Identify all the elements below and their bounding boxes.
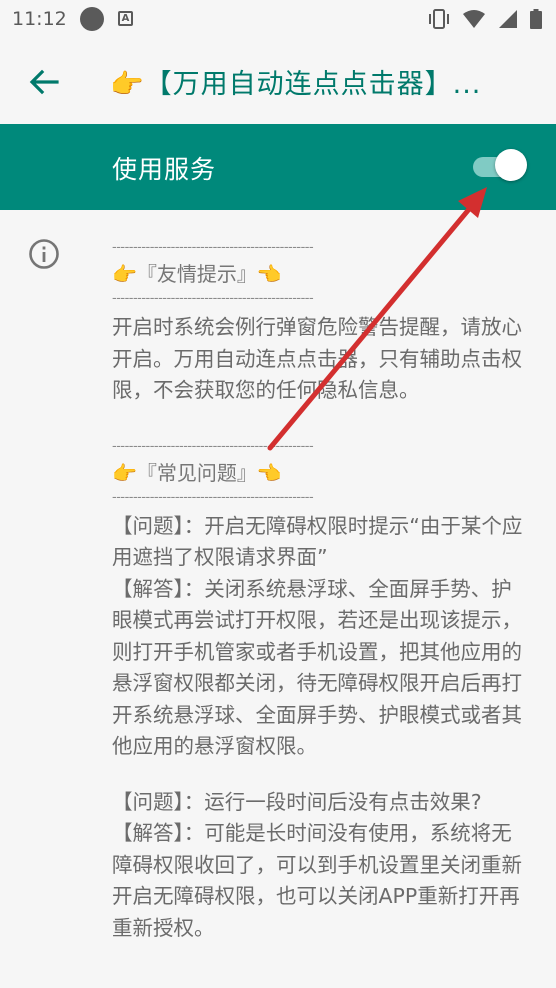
divider: ----------------------------------------… [112, 490, 314, 505]
divider: ----------------------------------------… [112, 292, 314, 306]
faq-answer: 【解答】：可能是长时间没有使用，系统将无障碍权限收回了，可以到手机设置里关闭重新… [112, 821, 522, 940]
back-button[interactable] [22, 60, 66, 104]
status-bar: 11:12 A [0, 0, 556, 38]
status-icons [428, 8, 542, 30]
vibrate-icon [429, 9, 449, 29]
faq-question: 【问题】：开启无障碍权限时提示“由于某个应用遮挡了权限请求界面” [112, 513, 523, 570]
use-service-toggle[interactable] [473, 149, 527, 181]
divider: ----------------------------------------… [112, 439, 314, 454]
pointing-hand-icon: 👉 [112, 460, 137, 485]
pointing-hand-icon: 👉 [112, 262, 137, 286]
tips-text: 开启时系统会例行弹窗危险警告提醒，请放心开启。万用自动连点点击器，只有辅助点击权… [112, 315, 522, 402]
app-bar: 👉【万用自动连点点击器】... [0, 38, 556, 124]
use-service-bar[interactable]: 使用服务 [0, 124, 556, 210]
pointing-hand-left-icon: 👈 [256, 262, 282, 286]
divider: ----------------------------------------… [112, 241, 314, 255]
info-icon [29, 239, 59, 269]
faq-title: 『常见问题』 [136, 460, 257, 485]
page-title: 👉【万用自动连点点击器】... [110, 69, 482, 100]
tips-title: 『友情提示』 [136, 262, 257, 286]
service-description: ----------------------------------------… [112, 238, 532, 944]
wifi-icon [463, 10, 485, 28]
use-service-label: 使用服务 [112, 155, 217, 184]
faq-question: 【问题】：运行一段时间后没有点击效果? [112, 789, 482, 814]
faq-answer: 【解答】：关闭系统悬浮球、全面屏手势、护眼模式再尝试打开权限，若还是出现该提示，… [112, 576, 522, 759]
toggle-thumb [495, 149, 527, 181]
signal-icon [499, 10, 517, 28]
arrow-back-icon [29, 69, 59, 95]
status-time: 11:12 [12, 8, 67, 30]
notification-dot-icon [80, 7, 104, 31]
pointing-hand-left-icon: 👈 [256, 460, 282, 485]
accessibility-a-icon: A [118, 11, 133, 26]
faq-heading: 👉『常见问题』👈 [112, 458, 532, 488]
tips-heading: 👉『友情提示』👈 [112, 259, 532, 289]
battery-icon [530, 9, 542, 29]
